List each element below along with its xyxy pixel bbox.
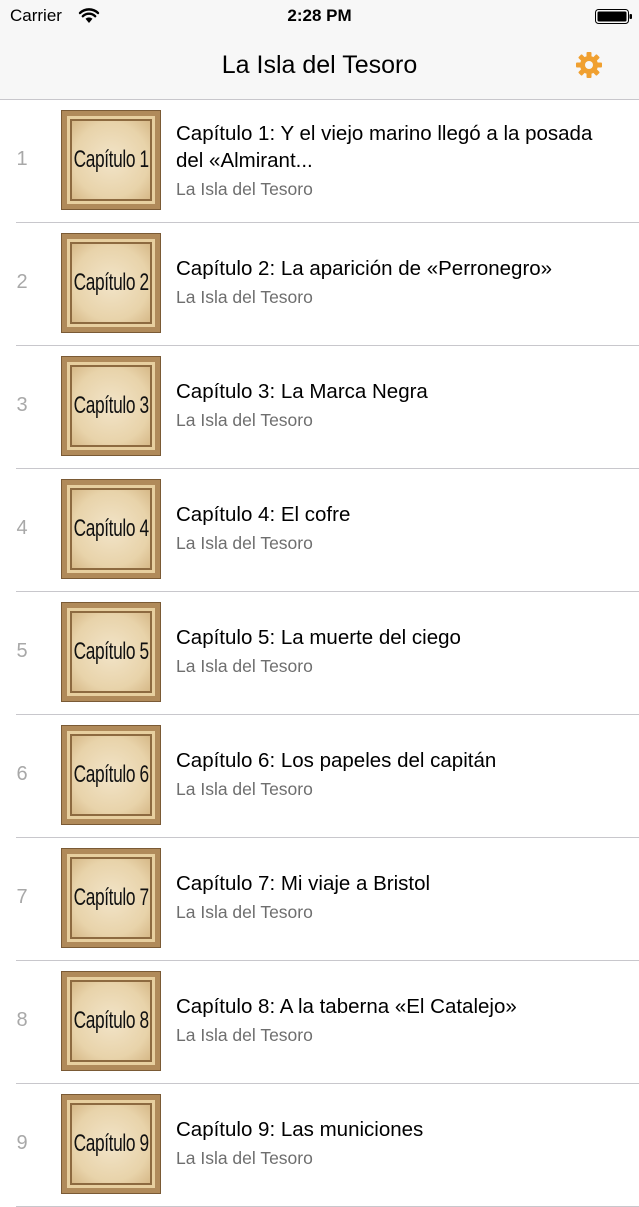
thumbnail-label: Capítulo 6 — [73, 761, 149, 788]
row-index: 4 — [16, 517, 28, 539]
list-item[interactable]: 6 Capítulo 6 Capítulo 6: Los papeles del… — [16, 715, 639, 838]
chapter-thumbnail: Capítulo 9 — [61, 1094, 161, 1194]
row-index: 5 — [16, 640, 28, 662]
thumbnail-label: Capítulo 7 — [73, 884, 149, 911]
thumbnail-label: Capítulo 1 — [73, 146, 149, 173]
navigation-bar: La Isla del Tesoro — [0, 34, 639, 100]
row-index: 6 — [16, 763, 28, 785]
chapter-title: Capítulo 9: Las municiones — [176, 1118, 424, 1141]
row-index: 7 — [16, 886, 28, 908]
status-time: 2:28 PM — [287, 6, 352, 25]
list-item[interactable]: 1 Capítulo 1 Capítulo 1: Y el viejo mari… — [16, 100, 639, 223]
chapter-title: Capítulo 2: La aparición de «Perronegro» — [176, 257, 553, 280]
thumbnail-label: Capítulo 5 — [73, 638, 149, 665]
chapter-title: Capítulo 4: El cofre — [176, 503, 351, 526]
row-index: 8 — [16, 1009, 28, 1031]
row-index: 1 — [16, 148, 28, 170]
list-item[interactable]: 3 Capítulo 3 Capítulo 3: La Marca Negra … — [16, 346, 639, 469]
chapter-thumbnail: Capítulo 8 — [61, 971, 161, 1071]
chapter-thumbnail: Capítulo 6 — [61, 725, 161, 825]
thumbnail-label: Capítulo 9 — [73, 1130, 149, 1157]
gear-icon[interactable] — [575, 51, 603, 79]
thumbnail-label: Capítulo 4 — [73, 515, 149, 542]
list-item[interactable]: 9 Capítulo 9 Capítulo 9: Las municiones … — [16, 1084, 639, 1207]
chapter-title: Capítulo 1: Y el viejo marino llegó a la… — [176, 122, 593, 172]
page-title: La Isla del Tesoro — [221, 51, 418, 79]
chapter-title: Capítulo 6: Los papeles del capitán — [176, 749, 497, 772]
chapter-subtitle: La Isla del Tesoro — [176, 1148, 313, 1168]
chapter-title: Capítulo 5: La muerte del ciego — [176, 626, 461, 649]
row-index: 9 — [16, 1132, 28, 1154]
chapter-thumbnail: Capítulo 7 — [61, 848, 161, 948]
chapter-thumbnail: Capítulo 1 — [61, 110, 161, 210]
status-bar: Carrier 2:28 PM — [0, 0, 639, 34]
chapter-thumbnail: Capítulo 2 — [61, 233, 161, 333]
chapter-subtitle: La Isla del Tesoro — [176, 1025, 313, 1045]
list-item[interactable]: 7 Capítulo 7 Capítulo 7: Mi viaje a Bris… — [16, 838, 639, 961]
thumbnail-label: Capítulo 8 — [73, 1007, 149, 1034]
chapter-subtitle: La Isla del Tesoro — [176, 179, 313, 199]
list-item[interactable]: 8 Capítulo 8 Capítulo 8: A la taberna «E… — [16, 961, 639, 1084]
chapter-list: 1 Capítulo 1 Capítulo 1: Y el viejo mari… — [0, 100, 639, 1207]
row-index: 3 — [16, 394, 28, 416]
chapter-thumbnail: Capítulo 4 — [61, 479, 161, 579]
chapter-subtitle: La Isla del Tesoro — [176, 656, 313, 676]
battery-icon — [595, 9, 632, 24]
thumbnail-label: Capítulo 2 — [73, 269, 149, 296]
chapter-subtitle: La Isla del Tesoro — [176, 902, 313, 922]
chapter-subtitle: La Isla del Tesoro — [176, 287, 313, 307]
chapter-title: Capítulo 8: A la taberna «El Catalejo» — [176, 995, 517, 1018]
chapter-subtitle: La Isla del Tesoro — [176, 533, 313, 553]
chapter-subtitle: La Isla del Tesoro — [176, 779, 313, 799]
list-item[interactable]: 4 Capítulo 4 Capítulo 4: El cofre La Isl… — [16, 469, 639, 592]
chapter-title: Capítulo 7: Mi viaje a Bristol — [176, 872, 431, 895]
list-item[interactable]: 2 Capítulo 2 Capítulo 2: La aparición de… — [16, 223, 639, 346]
chapter-thumbnail: Capítulo 3 — [61, 356, 161, 456]
row-index: 2 — [16, 271, 28, 293]
chapter-subtitle: La Isla del Tesoro — [176, 410, 313, 430]
chapter-thumbnail: Capítulo 5 — [61, 602, 161, 702]
list-item[interactable]: 5 Capítulo 5 Capítulo 5: La muerte del c… — [16, 592, 639, 715]
chapter-title: Capítulo 3: La Marca Negra — [176, 380, 428, 403]
thumbnail-label: Capítulo 3 — [73, 392, 149, 419]
